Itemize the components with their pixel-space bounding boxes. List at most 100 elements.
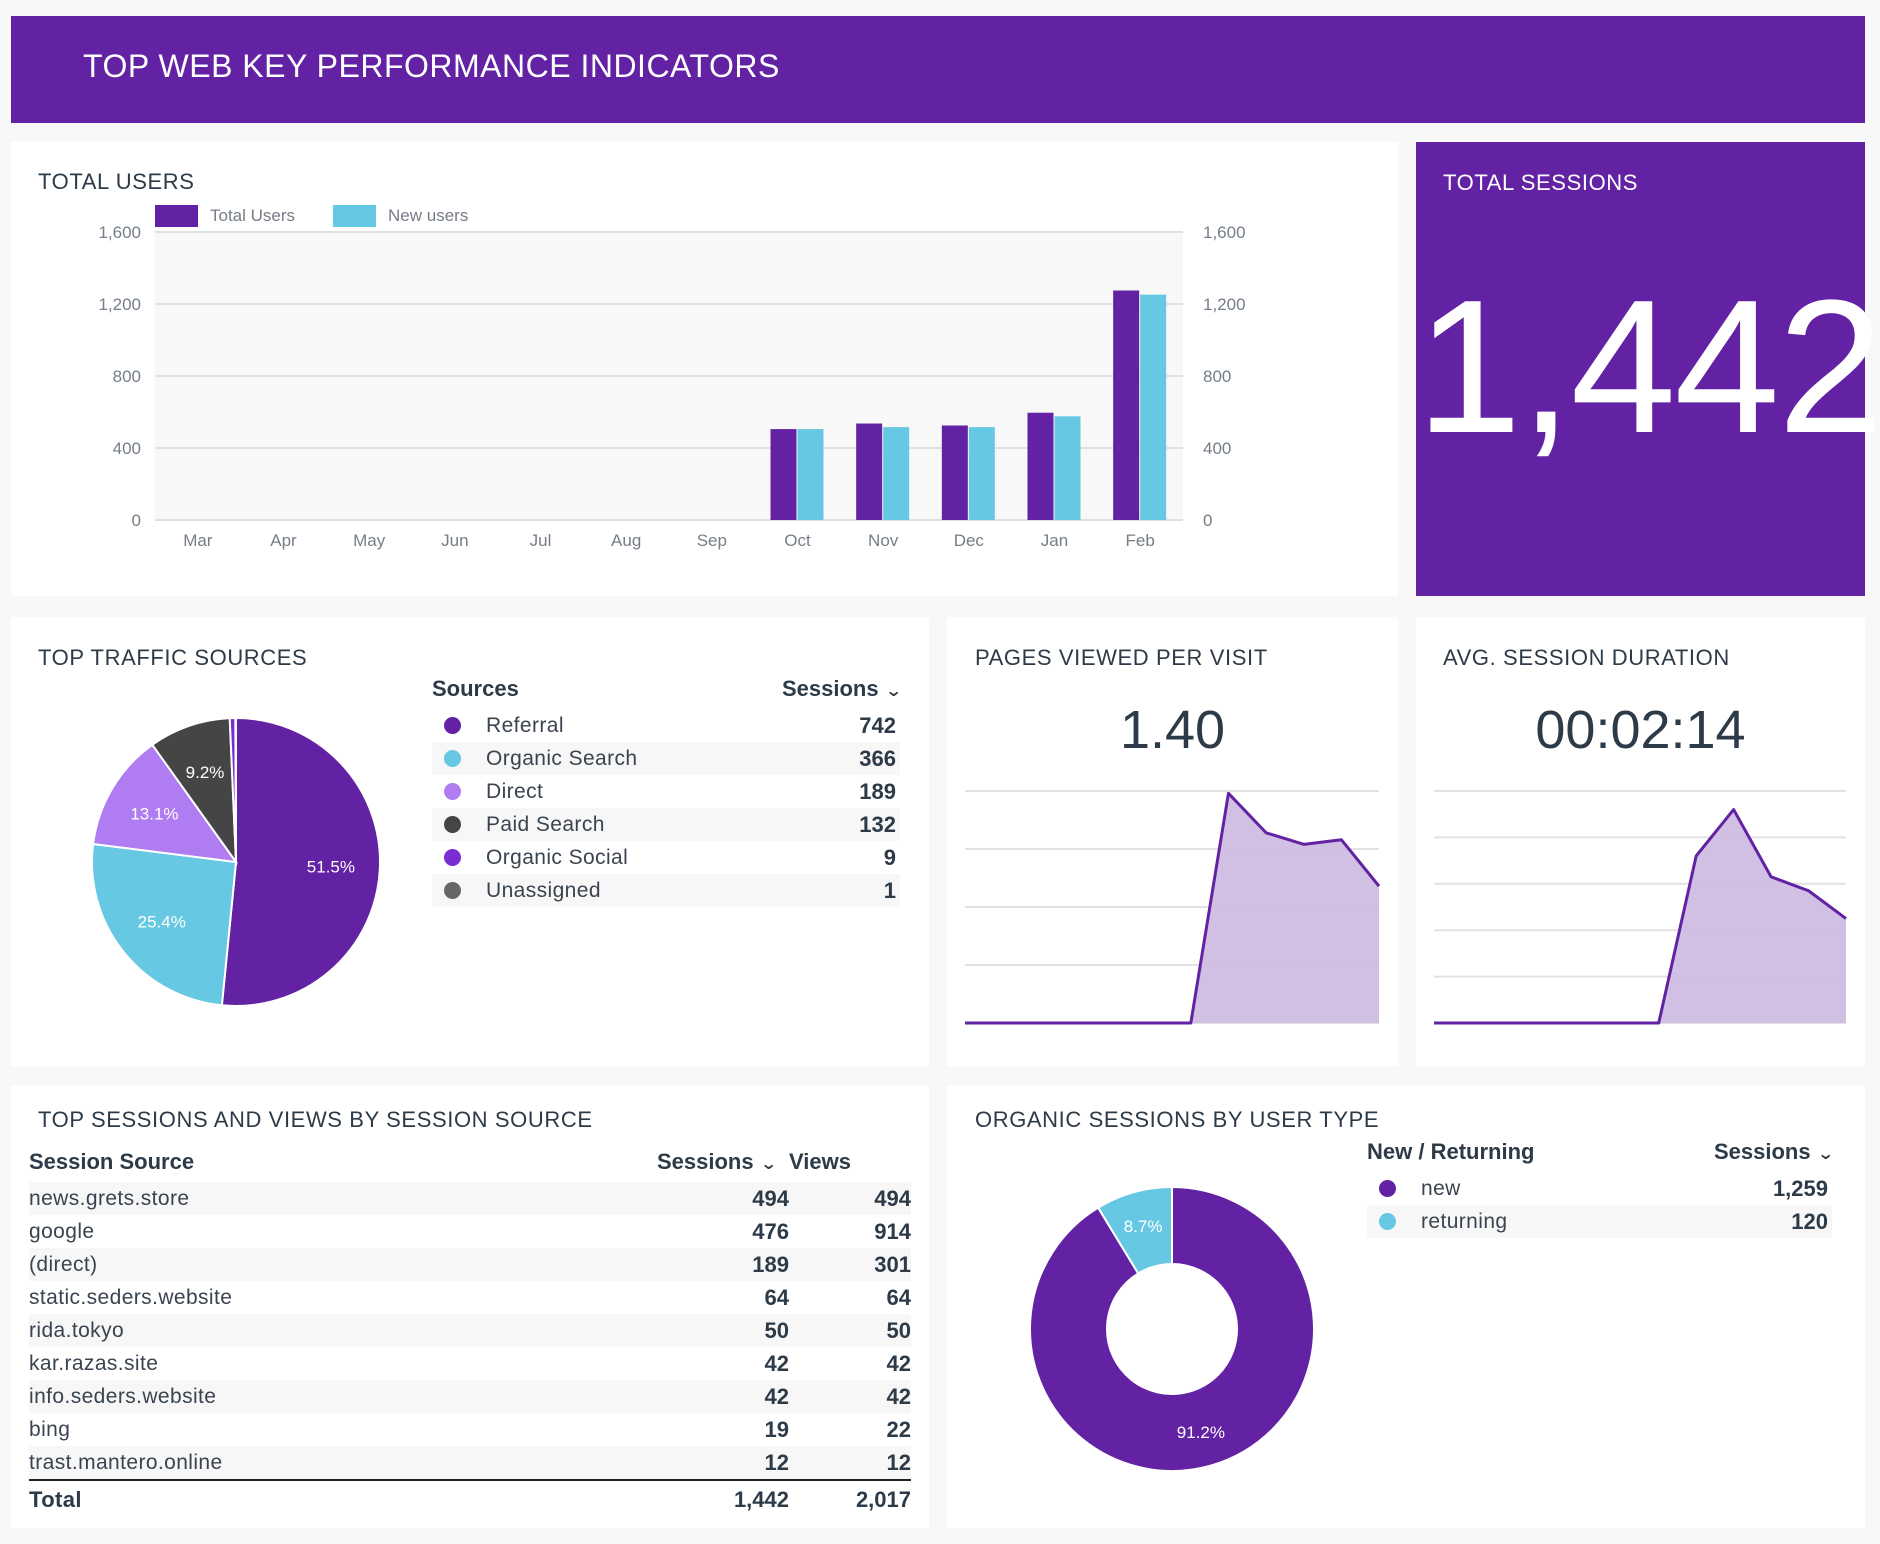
traffic-source-row[interactable]: Organic Search 366: [432, 742, 900, 775]
organic-user-type-card: ORGANIC SESSIONS BY USER TYPE 91.2% 8.7% …: [947, 1086, 1865, 1528]
bar-total-users[interactable]: [941, 425, 968, 521]
table-row[interactable]: kar.razas.site 42 42: [29, 1347, 911, 1380]
traffic-source-row[interactable]: Referral 742: [432, 709, 900, 742]
bar-new-users[interactable]: [883, 427, 910, 520]
data-point[interactable]: [1428, 1017, 1440, 1029]
avg-session-duration-card: AVG. SESSION DURATION 00:02:14: [1416, 617, 1865, 1066]
table-header: New / Returning Sessions ⌄: [1367, 1132, 1834, 1172]
sessions-by-source-table: Session Source Sessions ⌄ Views news.gret…: [29, 1142, 911, 1519]
table-row[interactable]: news.grets.store 494 494: [29, 1182, 911, 1215]
table-row[interactable]: info.seders.website 42 42: [29, 1380, 911, 1413]
column-header-new-returning[interactable]: New / Returning: [1367, 1139, 1714, 1165]
card-title: TOP SESSIONS AND VIEWS BY SESSION SOURCE: [38, 1107, 593, 1132]
row-value: 1,259: [1772, 1175, 1828, 1201]
data-point[interactable]: [1690, 850, 1702, 862]
data-point[interactable]: [1803, 885, 1815, 897]
data-point[interactable]: [1615, 1017, 1627, 1029]
user-type-row[interactable]: returning 120: [1367, 1205, 1832, 1238]
traffic-source-row[interactable]: Organic Social 9: [432, 841, 900, 874]
table-row[interactable]: trast.mantero.online 12 12: [29, 1446, 911, 1479]
avg-session-duration-sparkline: [1428, 790, 1852, 1029]
y-tick-label-left: 800: [113, 367, 141, 386]
column-header-session-source[interactable]: Session Source: [29, 1149, 640, 1175]
sessions-by-source-card: TOP SESSIONS AND VIEWS BY SESSION SOURCE…: [11, 1086, 929, 1528]
slice-data-label: 25.4%: [138, 912, 186, 931]
bar-new-users[interactable]: [797, 429, 824, 520]
x-tick-label: Apr: [270, 531, 297, 550]
data-point[interactable]: [1072, 1017, 1084, 1029]
slice-referral[interactable]: [220, 716, 381, 1007]
bar-new-users[interactable]: [968, 427, 995, 520]
bar-total-users[interactable]: [1027, 412, 1054, 520]
legend-dot-icon: [1379, 1213, 1396, 1230]
data-point[interactable]: [1147, 1017, 1159, 1029]
column-header-sources[interactable]: Sources: [432, 676, 782, 702]
sessions-cell: 64: [764, 1284, 789, 1310]
legend-dot-icon: [444, 750, 461, 767]
column-header-sessions-label: Sessions: [656, 1149, 754, 1174]
data-point[interactable]: [1465, 1017, 1477, 1029]
pages-per-visit-card: PAGES VIEWED PER VISIT 1.40: [947, 617, 1398, 1066]
table-row[interactable]: (direct) 189 301: [29, 1248, 911, 1281]
row-label: Direct: [486, 779, 544, 803]
data-point[interactable]: [1728, 804, 1740, 816]
bar-total-users[interactable]: [856, 423, 883, 520]
data-point[interactable]: [1373, 880, 1385, 892]
data-point[interactable]: [1298, 838, 1310, 850]
data-point[interactable]: [1034, 1017, 1046, 1029]
x-tick-label: May: [353, 531, 386, 550]
data-point[interactable]: [997, 1017, 1009, 1029]
data-point[interactable]: [1653, 1017, 1665, 1029]
views-cell: 301: [874, 1251, 911, 1277]
data-point[interactable]: [1222, 787, 1234, 799]
row-value: 189: [859, 778, 896, 804]
slice-data-label: 9.2%: [186, 763, 225, 782]
y-tick-label-left: 1,600: [98, 223, 141, 242]
column-header-sessions[interactable]: Sessions ⌄: [1714, 1139, 1834, 1165]
total-sessions-value: 1,442: [1416, 261, 1880, 473]
data-point[interactable]: [1540, 1017, 1552, 1029]
column-header-sessions[interactable]: Sessions ⌄: [782, 676, 902, 702]
data-point[interactable]: [1110, 1017, 1122, 1029]
data-point[interactable]: [1578, 1017, 1590, 1029]
data-point[interactable]: [959, 1017, 971, 1029]
bar-total-users[interactable]: [1113, 290, 1140, 521]
table-header: Sources Sessions ⌄: [432, 669, 902, 709]
user-type-row[interactable]: new 1,259: [1367, 1172, 1832, 1205]
session-source-cell: (direct): [29, 1252, 98, 1276]
slice-unassigned[interactable]: [234, 716, 237, 863]
data-point[interactable]: [1185, 1017, 1197, 1029]
session-source-cell: trast.mantero.online: [29, 1450, 223, 1474]
table-row[interactable]: static.seders.website 64 64: [29, 1281, 911, 1314]
bar-total-users[interactable]: [770, 429, 797, 520]
table-row[interactable]: google 476 914: [29, 1215, 911, 1248]
data-point[interactable]: [1260, 827, 1272, 839]
data-point[interactable]: [1840, 913, 1852, 925]
data-point[interactable]: [1503, 1017, 1515, 1029]
legend-dot-icon: [1379, 1180, 1396, 1197]
header-banner: TOP WEB KEY PERFORMANCE INDICATORS: [11, 16, 1865, 123]
table-row[interactable]: rida.tokyo 50 50: [29, 1314, 911, 1347]
slice-data-label: 8.7%: [1124, 1217, 1163, 1236]
table-row[interactable]: bing 19 22: [29, 1413, 911, 1446]
views-cell: 22: [886, 1416, 911, 1442]
views-cell: 12: [886, 1449, 911, 1475]
total-users-bar-chart: 0 0 400 400 800 800 1,200 1,200 1,600 1,600 Mar Apr…: [98, 223, 1245, 550]
page-title: TOP WEB KEY PERFORMANCE INDICATORS: [83, 48, 780, 84]
traffic-source-row[interactable]: Paid Search 132: [432, 808, 900, 841]
bar-new-users[interactable]: [1140, 294, 1167, 520]
traffic-source-row[interactable]: Unassigned 1: [432, 874, 900, 907]
x-tick-label: Feb: [1126, 531, 1155, 550]
row-label: new: [1421, 1176, 1461, 1200]
bar-new-users[interactable]: [1054, 416, 1081, 520]
session-source-cell: static.seders.website: [29, 1285, 233, 1309]
column-header-sessions[interactable]: Sessions ⌄: [640, 1149, 777, 1175]
x-tick-label: Jan: [1041, 531, 1068, 550]
traffic-source-row[interactable]: Direct 189: [432, 775, 900, 808]
data-point[interactable]: [1765, 871, 1777, 883]
row-label: Organic Search: [486, 746, 638, 770]
total-sessions-card: TOTAL SESSIONS 1,442: [1416, 142, 1880, 596]
table-body: news.grets.store 494 494 google 476 914 (direc…: [29, 1182, 911, 1479]
column-header-views[interactable]: Views: [775, 1149, 911, 1175]
data-point[interactable]: [1335, 834, 1347, 846]
